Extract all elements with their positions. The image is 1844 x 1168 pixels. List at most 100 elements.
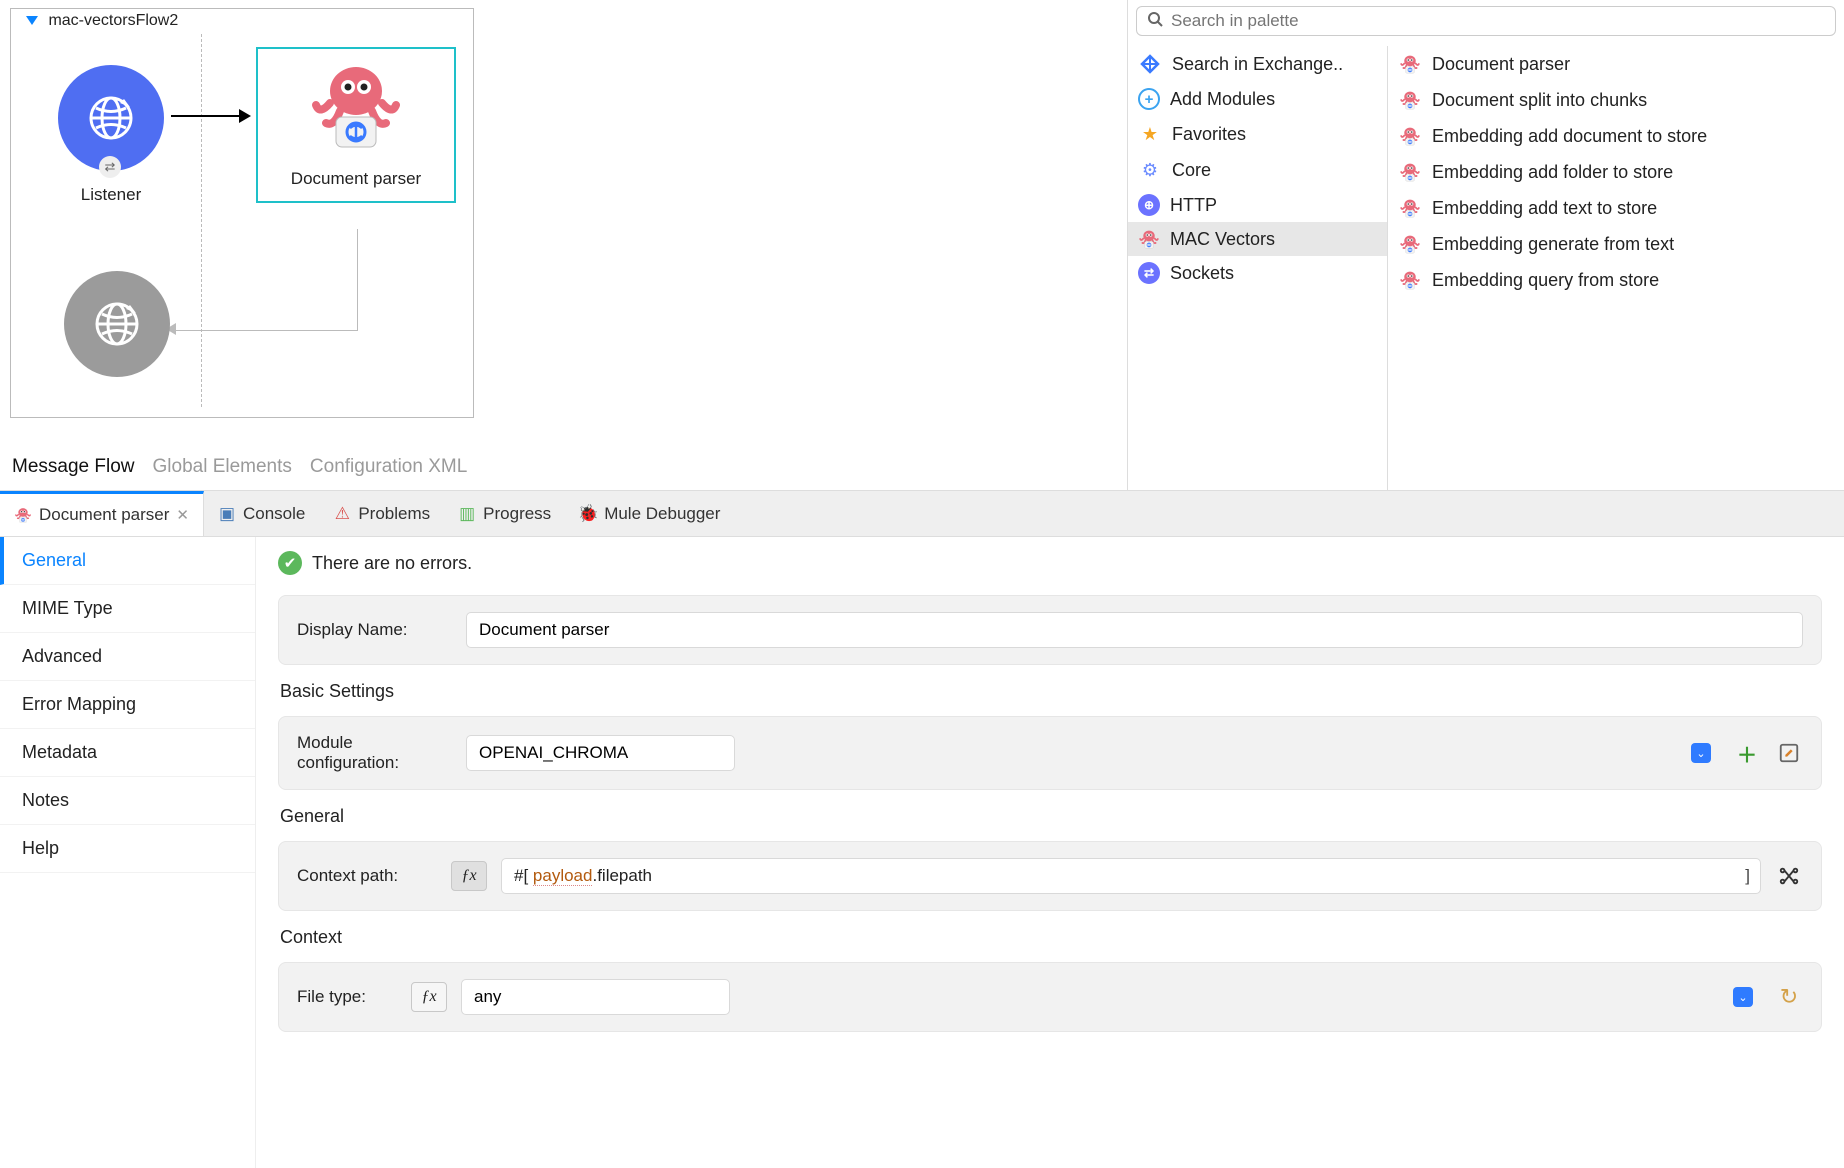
document-parser-node[interactable]: Document parser [256,47,456,203]
file-type-label: File type: [297,987,397,1007]
properties-sidenav: General MIME Type Advanced Error Mapping… [0,537,256,1168]
sidenav-notes[interactable]: Notes [0,777,255,825]
palette-cat-label: Core [1172,160,1211,181]
no-errors-text: There are no errors. [312,553,472,574]
basic-settings-heading: Basic Settings [280,681,1822,702]
general-heading: General [280,806,1822,827]
op-label: Document split into chunks [1432,90,1647,111]
palette-exchange[interactable]: Search in Exchange.. [1128,46,1387,82]
palette-http[interactable]: ⊕ HTTP [1128,188,1387,222]
sidenav-metadata[interactable]: Metadata [0,729,255,777]
op-document-split[interactable]: Document split into chunks [1388,82,1844,118]
sidenav-advanced[interactable]: Advanced [0,633,255,681]
edit-config-button[interactable] [1775,739,1803,767]
fx-toggle-button[interactable]: ƒx [451,861,487,891]
palette-categories: Search in Exchange.. + Add Modules ★ Fav… [1128,46,1388,490]
mapping-button[interactable] [1775,862,1803,890]
tab-global-elements[interactable]: Global Elements [153,456,292,478]
flow-divider [201,34,202,407]
tab-label: Console [243,504,305,524]
module-config-label: Module configuration: [297,733,452,773]
flow-header[interactable]: mac-vectorsFlow2 [26,12,178,30]
star-icon: ★ [1138,122,1162,146]
octo-icon [1398,160,1422,184]
octo-icon [1398,196,1422,220]
palette-search-input[interactable] [1171,11,1825,31]
op-embedding-add-text[interactable]: Embedding add text to store [1388,190,1844,226]
general-group: Context path: ƒx #[ payload.filepath ] [278,841,1822,911]
dropdown-arrow-icon[interactable]: ⌄ [1733,987,1753,1007]
op-label: Embedding generate from text [1432,234,1674,255]
tab-progress[interactable]: ▥ Progress [444,491,565,536]
fx-toggle-button[interactable]: ƒx [411,982,447,1012]
console-icon: ▣ [218,505,236,523]
flow-canvas[interactable]: mac-vectorsFlow2 ⇄ Listener [0,0,1127,448]
close-icon[interactable]: ✕ [176,506,189,524]
flow-name: mac-vectorsFlow2 [48,12,178,29]
expr-filepath: .filepath [592,866,652,885]
palette-cat-label: Add Modules [1170,89,1275,110]
tab-console[interactable]: ▣ Console [204,491,319,536]
display-name-input[interactable] [466,612,1803,648]
tab-configuration-xml[interactable]: Configuration XML [310,456,467,478]
add-config-button[interactable]: ＋ [1733,739,1761,767]
globe-icon [92,299,142,349]
debugger-icon: 🐞 [579,505,597,523]
sidenav-general[interactable]: General [0,537,255,585]
op-embedding-generate[interactable]: Embedding generate from text [1388,226,1844,262]
octo-icon [14,506,32,524]
flow-box: mac-vectorsFlow2 ⇄ Listener [10,8,474,418]
palette-cat-label: MAC Vectors [1170,229,1275,250]
check-icon: ✔ [278,551,302,575]
tab-document-parser[interactable]: Document parser ✕ [0,491,204,536]
properties-panel: Document parser ✕ ▣ Console ⚠ Problems ▥… [0,490,1844,1168]
tab-mule-debugger[interactable]: 🐞 Mule Debugger [565,491,734,536]
palette-mac-vectors[interactable]: MAC Vectors [1128,222,1387,256]
bottom-tabs: Document parser ✕ ▣ Console ⚠ Problems ▥… [0,491,1844,537]
octo-icon [1398,52,1422,76]
op-embedding-add-document[interactable]: Embedding add document to store [1388,118,1844,154]
palette-sockets[interactable]: ⇄ Sockets [1128,256,1387,290]
tab-label: Progress [483,504,551,524]
refresh-button[interactable]: ↻ [1775,983,1803,1011]
sidenav-mime-type[interactable]: MIME Type [0,585,255,633]
op-document-parser[interactable]: Document parser [1388,46,1844,82]
tab-label: Document parser [39,505,169,525]
plus-icon: + [1138,88,1160,110]
palette-cat-label: HTTP [1170,195,1217,216]
http-icon: ⊕ [1138,194,1160,216]
tab-label: Mule Debugger [604,504,720,524]
response-node[interactable] [59,271,175,377]
no-errors-row: ✔ There are no errors. [278,551,1822,575]
sidenav-help[interactable]: Help [0,825,255,873]
return-line-h [171,329,357,331]
op-embedding-add-folder[interactable]: Embedding add folder to store [1388,154,1844,190]
op-embedding-query[interactable]: Embedding query from store [1388,262,1844,298]
expr-suffix: ] [1745,866,1750,886]
op-label: Embedding add document to store [1432,126,1707,147]
palette-core[interactable]: ⚙ Core [1128,152,1387,188]
document-parser-label: Document parser [262,169,450,189]
sockets-icon: ⇄ [1138,262,1160,284]
palette-search[interactable] [1136,6,1836,36]
progress-icon: ▥ [458,505,476,523]
expr-payload: payload [533,866,593,886]
file-type-select[interactable] [461,979,730,1015]
tab-message-flow[interactable]: Message Flow [12,456,135,478]
module-config-select[interactable] [466,735,735,771]
listener-node[interactable]: ⇄ Listener [53,65,169,205]
collapse-triangle-icon[interactable] [26,16,38,25]
search-icon [1147,11,1163,31]
tab-problems[interactable]: ⚠ Problems [319,491,444,536]
context-path-input[interactable]: #[ payload.filepath ] [501,858,1761,894]
display-name-label: Display Name: [297,620,452,640]
palette-add-modules[interactable]: + Add Modules [1128,82,1387,116]
palette-favorites[interactable]: ★ Favorites [1128,116,1387,152]
dropdown-arrow-icon[interactable]: ⌄ [1691,743,1711,763]
canvas-tabs: Message Flow Global Elements Configurati… [0,448,1127,490]
properties-main: ✔ There are no errors. Display Name: Bas… [256,537,1844,1168]
return-line-v [357,229,358,331]
palette-cat-label: Search in Exchange.. [1172,54,1343,75]
sidenav-error-mapping[interactable]: Error Mapping [0,681,255,729]
response-circle [64,271,170,377]
